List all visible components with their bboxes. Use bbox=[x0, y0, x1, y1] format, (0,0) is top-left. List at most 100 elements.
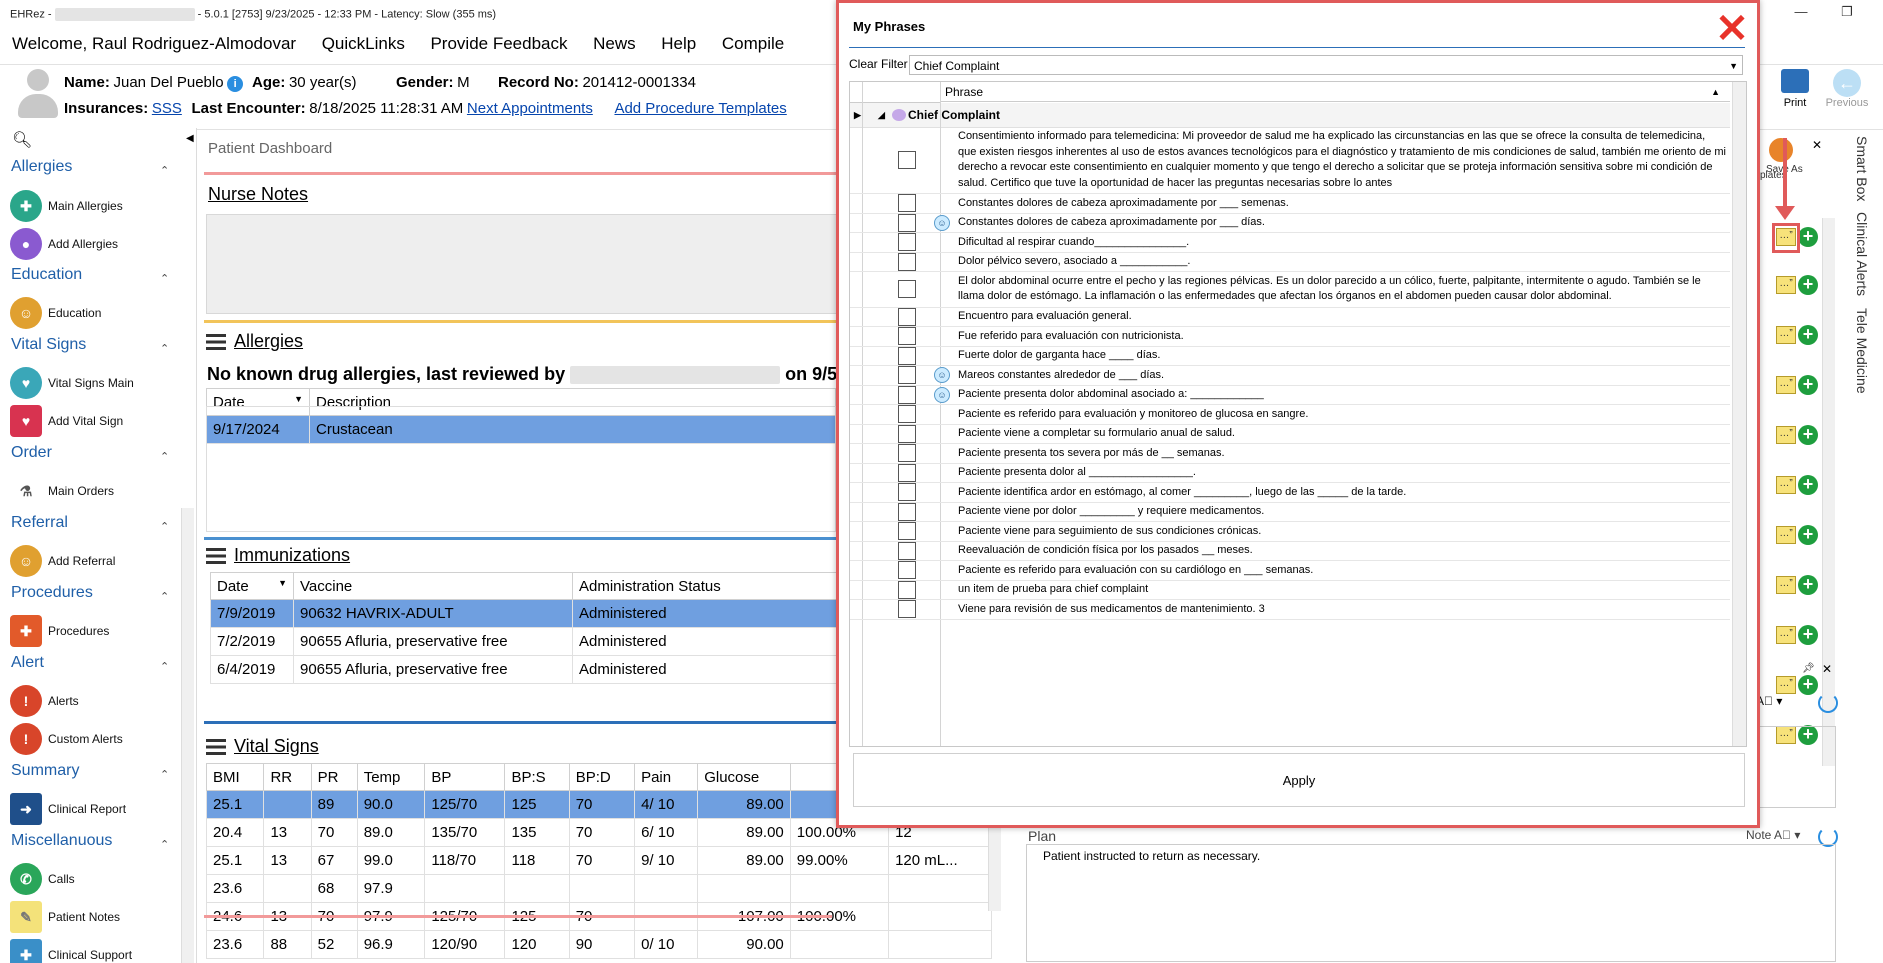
table-row[interactable]: 9/17/2024 Crustacean bbox=[206, 415, 836, 444]
phrase-checkbox[interactable] bbox=[898, 252, 916, 271]
phrase-checkbox[interactable] bbox=[898, 600, 916, 618]
phrase-row[interactable]: Constantes dolores de cabeza aproximadam… bbox=[850, 194, 1730, 214]
immunizations-section-title[interactable]: Immunizations bbox=[206, 545, 350, 566]
phrase-checkbox[interactable] bbox=[898, 280, 916, 298]
column-header[interactable]: BP:S bbox=[504, 763, 570, 791]
nav-item-custom-alerts[interactable]: ! Custom Alerts bbox=[10, 723, 123, 755]
phrase-row[interactable]: ☺ Paciente presenta dolor abdominal asoci… bbox=[850, 385, 1730, 405]
menu-help[interactable]: Help bbox=[661, 34, 696, 53]
add-button[interactable]: + bbox=[1798, 325, 1818, 345]
phrase-checkbox[interactable] bbox=[898, 463, 916, 482]
phrase-checkbox[interactable] bbox=[898, 213, 916, 232]
phrases-button[interactable]: …” bbox=[1776, 526, 1796, 544]
column-header[interactable]: PR bbox=[310, 763, 358, 791]
close-icon[interactable]: ✕ bbox=[1715, 9, 1749, 49]
add-button[interactable]: + bbox=[1798, 375, 1818, 395]
phrase-checkbox[interactable] bbox=[898, 405, 916, 423]
plan-textarea[interactable]: Patient instructed to return as necessar… bbox=[1026, 844, 1836, 962]
nav-item-add-allergies[interactable]: ● Add Allergies bbox=[10, 228, 118, 260]
phrase-row[interactable]: Consentimiento informado para telemedici… bbox=[850, 127, 1730, 194]
nav-section-vital-signs[interactable]: Vital Signs bbox=[11, 336, 86, 354]
filter-select[interactable]: Chief Complaint ▼ bbox=[909, 55, 1743, 75]
phrase-checkbox[interactable] bbox=[898, 580, 916, 599]
phrase-row[interactable]: El dolor abdominal ocurre entre el pecho… bbox=[850, 272, 1730, 308]
column-header-phrase[interactable]: Phrase ▲ bbox=[940, 82, 1730, 102]
previous-button[interactable]: ← Previous bbox=[1822, 69, 1872, 109]
menu-compile[interactable]: Compile bbox=[722, 34, 784, 53]
collapse-nav-icon[interactable]: ◀ bbox=[186, 133, 194, 144]
phrase-row[interactable]: Dificultad al respirar cuando___________… bbox=[850, 233, 1730, 253]
phrase-row[interactable]: Dolor pélvico severo, asociado a _______… bbox=[850, 252, 1730, 272]
phrase-checkbox[interactable] bbox=[898, 346, 916, 365]
add-button[interactable]: + bbox=[1798, 425, 1818, 445]
add-procedure-templates-link[interactable]: Add Procedure Templates bbox=[614, 100, 786, 117]
column-header[interactable]: Temp bbox=[356, 763, 426, 791]
phrase-row[interactable]: Paciente es referido para evaluación y m… bbox=[850, 405, 1730, 425]
phrase-row[interactable]: ☺ Constantes dolores de cabeza aproximada… bbox=[850, 213, 1730, 233]
table-row[interactable]: 25.1 13 67 99.0 118/70 118 70 9/ 10 89.00 99.00% 1… bbox=[205, 846, 992, 875]
nav-item-procedures[interactable]: ✚ Procedures bbox=[10, 615, 109, 647]
phrase-row[interactable]: un item de prueba para chief complaint bbox=[850, 580, 1730, 600]
phrases-button[interactable]: …” bbox=[1776, 576, 1796, 594]
column-header-date[interactable]: Date ▼ bbox=[206, 388, 310, 416]
menu-icon[interactable] bbox=[206, 548, 226, 565]
pin-icon[interactable]: 📌︎ bbox=[1802, 663, 1815, 674]
print-button[interactable]: Print bbox=[1775, 69, 1815, 109]
phrase-checkbox[interactable] bbox=[898, 307, 916, 326]
menu-news[interactable]: News bbox=[593, 34, 636, 53]
tab-smart-box[interactable]: Smart Box bbox=[1854, 136, 1870, 201]
phrase-checkbox[interactable] bbox=[898, 424, 916, 443]
nav-item-alerts[interactable]: ! Alerts bbox=[10, 685, 79, 717]
chevron-up-icon[interactable]: ⌃ bbox=[160, 342, 169, 355]
next-appointments-link[interactable]: Next Appointments bbox=[467, 100, 593, 117]
chevron-up-icon[interactable]: ⌃ bbox=[160, 590, 169, 603]
phrase-checkbox[interactable] bbox=[898, 444, 916, 462]
column-header-date[interactable]: Date ▼ bbox=[210, 572, 294, 600]
phrase-row[interactable]: Paciente presenta tos severa por más de … bbox=[850, 444, 1730, 464]
phrases-button[interactable]: …” bbox=[1776, 426, 1796, 444]
phrases-button[interactable]: …” bbox=[1776, 276, 1796, 294]
tab-clinical-alerts[interactable]: Clinical Alerts bbox=[1854, 212, 1870, 296]
chevron-up-icon[interactable]: ⌃ bbox=[160, 272, 169, 285]
table-row[interactable]: 7/2/2019 90655 Afluria, preservative free… bbox=[210, 627, 840, 656]
nav-section-summary[interactable]: Summary bbox=[11, 762, 79, 780]
smartbox-scrollbar[interactable] bbox=[1822, 218, 1835, 766]
chevron-up-icon[interactable]: ⌃ bbox=[160, 660, 169, 673]
nav-item-clinical-report[interactable]: ➜ Clinical Report bbox=[10, 793, 126, 825]
nav-section-order[interactable]: Order bbox=[11, 444, 52, 462]
phrase-checkbox[interactable] bbox=[898, 194, 916, 212]
add-button[interactable]: + bbox=[1798, 275, 1818, 295]
nav-section-allergies[interactable]: Allergies bbox=[11, 158, 72, 176]
phrase-row[interactable]: Paciente viene para seguimiento de sus c… bbox=[850, 522, 1730, 542]
column-header[interactable]: BMI bbox=[205, 763, 265, 791]
close-icon[interactable]: ✕ bbox=[1812, 138, 1822, 152]
nav-item-education[interactable]: ☺ Education bbox=[10, 297, 101, 329]
phrase-checkbox[interactable] bbox=[898, 327, 916, 345]
minimize-button[interactable]: — bbox=[1786, 4, 1816, 24]
phrase-checkbox[interactable] bbox=[898, 385, 916, 404]
allergies-section-title[interactable]: Allergies bbox=[206, 331, 303, 352]
refresh-icon[interactable] bbox=[1818, 693, 1838, 713]
phrase-row[interactable]: Encuentro para evaluación general. bbox=[850, 307, 1730, 327]
table-row[interactable]: 7/9/2019 90632 HAVRIX-ADULT Administered bbox=[210, 599, 840, 628]
phrase-checkbox[interactable] bbox=[898, 233, 916, 251]
close-icon[interactable]: ✕ bbox=[1822, 662, 1832, 676]
nav-item-calls[interactable]: ✆ Calls bbox=[10, 863, 75, 895]
column-header[interactable]: BP:D bbox=[568, 763, 636, 791]
phrases-button[interactable]: …” bbox=[1776, 376, 1796, 394]
column-header-description[interactable]: Description bbox=[309, 388, 836, 416]
nav-item-clinical-support[interactable]: ✚ Clinical Support bbox=[10, 939, 132, 963]
phrase-checkbox[interactable] bbox=[898, 541, 916, 560]
phrase-row[interactable]: Paciente viene por dolor _________ y req… bbox=[850, 502, 1730, 522]
nav-section-referral[interactable]: Referral bbox=[11, 514, 68, 532]
nurse-notes-title[interactable]: Nurse Notes bbox=[208, 184, 308, 205]
phrase-checkbox[interactable] bbox=[898, 366, 916, 384]
column-header-vaccine[interactable]: Vaccine bbox=[293, 572, 573, 600]
column-header[interactable]: RR bbox=[263, 763, 312, 791]
menu-welcome[interactable]: Welcome, Raul Rodriguez-Almodovar bbox=[12, 34, 296, 53]
phrase-row[interactable]: Viene para revisión de sus medicamentos … bbox=[850, 600, 1730, 620]
nav-section-education[interactable]: Education bbox=[11, 266, 82, 284]
menu-icon[interactable] bbox=[206, 334, 226, 351]
maximize-button[interactable]: ❐ bbox=[1832, 4, 1862, 24]
add-button[interactable]: + bbox=[1798, 475, 1818, 495]
